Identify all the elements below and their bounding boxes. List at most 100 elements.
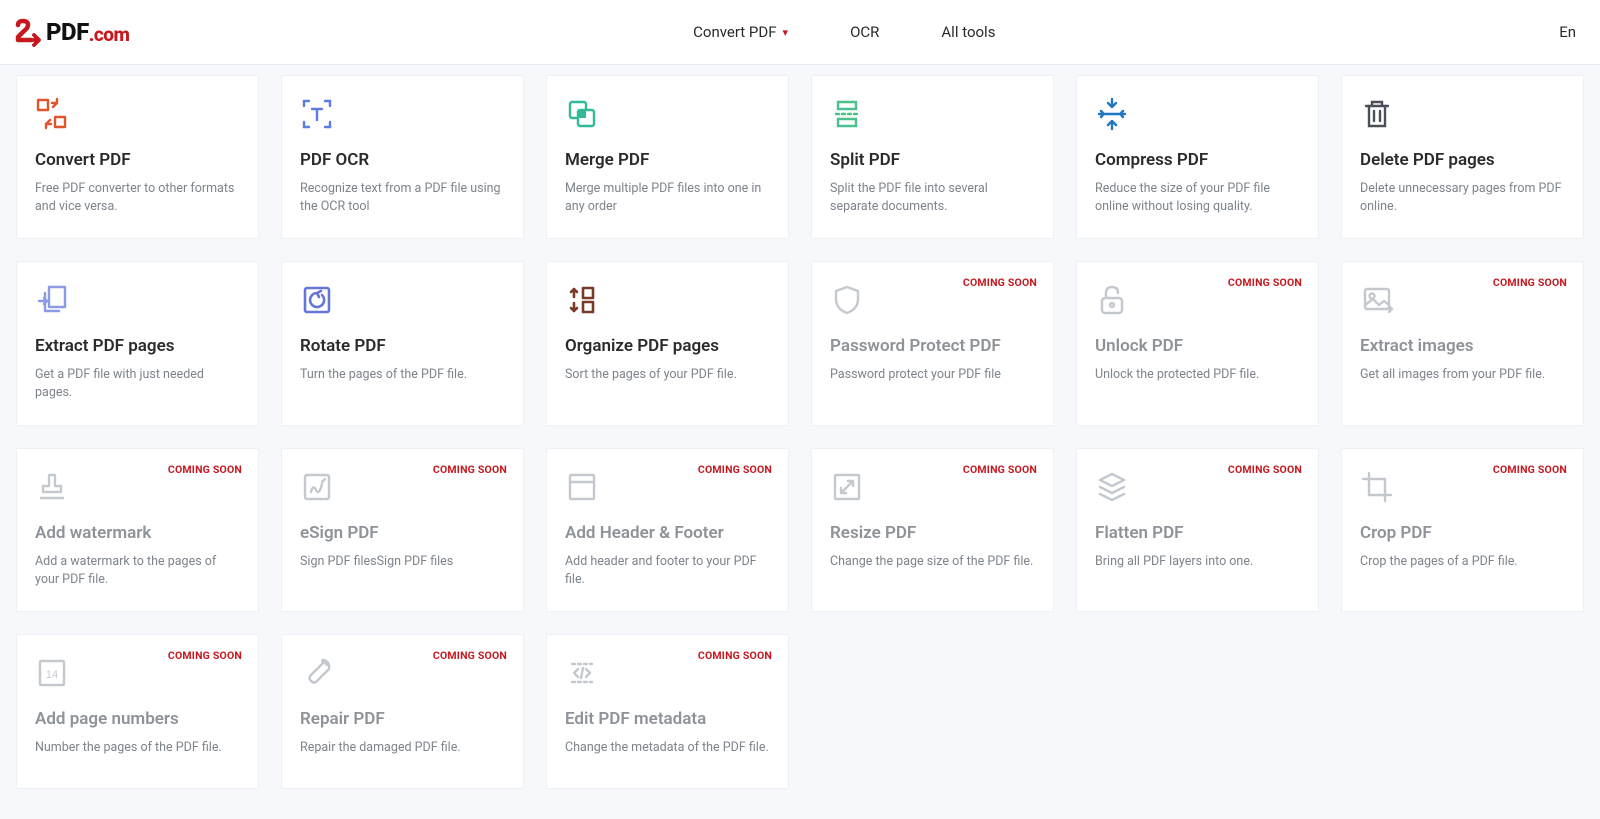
coming-soon-badge: COMING SOON [698,649,772,662]
tool-compress-pdf[interactable]: Compress PDF Reduce the size of your PDF… [1076,75,1319,239]
tool-desc: Delete unnecessary pages from PDF online… [1360,180,1565,216]
nav-convert-pdf[interactable]: Convert PDF ▾ [693,23,788,41]
tool-pdf-ocr[interactable]: PDF OCR Recognize text from a PDF file u… [281,75,524,239]
tool-title: Extract images [1360,336,1565,356]
page-number-icon: 14 [35,655,71,691]
tool-title: Split PDF [830,150,1035,170]
logo-icon [14,17,44,47]
coming-soon-badge: COMING SOON [1228,463,1302,476]
tool-title: Edit PDF metadata [565,709,770,729]
coming-soon-badge: COMING SOON [963,463,1037,476]
tool-esign-pdf[interactable]: COMING SOON eSign PDF Sign PDF filesSign… [281,448,524,612]
resize-icon [830,469,866,505]
tool-title: Repair PDF [300,709,505,729]
tool-add-watermark[interactable]: COMING SOON Add watermark Add a watermar… [16,448,259,612]
crop-icon [1360,469,1396,505]
tool-title: Merge PDF [565,150,770,170]
tool-crop-pdf[interactable]: COMING SOON Crop PDF Crop the pages of a… [1341,448,1584,612]
tool-title: Rotate PDF [300,336,505,356]
tool-desc: Sign PDF filesSign PDF files [300,553,505,571]
tool-title: Password Protect PDF [830,336,1035,356]
tool-desc: Password protect your PDF file [830,366,1035,384]
tool-title: Organize PDF pages [565,336,770,356]
svg-text:14: 14 [46,669,58,681]
merge-icon [565,96,601,132]
tool-title: Delete PDF pages [1360,150,1565,170]
sign-icon [300,469,336,505]
tool-title: Unlock PDF [1095,336,1300,356]
tool-desc: Free PDF converter to other formats and … [35,180,240,216]
tool-title: Add watermark [35,523,240,543]
extract-pages-icon [35,282,71,318]
tool-title: Flatten PDF [1095,523,1300,543]
logo[interactable]: PDF .com [14,17,129,47]
coming-soon-badge: COMING SOON [168,649,242,662]
tool-desc: Change the page size of the PDF file. [830,553,1035,571]
tool-header-footer[interactable]: COMING SOON Add Header & Footer Add head… [546,448,789,612]
tool-desc: Reduce the size of your PDF file online … [1095,180,1300,216]
tools-grid: Convert PDF Free PDF converter to other … [0,65,1600,819]
tool-split-pdf[interactable]: Split PDF Split the PDF file into severa… [811,75,1054,239]
ocr-icon [300,96,336,132]
logo-text-com: .com [89,23,130,46]
tool-desc: Split the PDF file into several separate… [830,180,1035,216]
tool-desc: Recognize text from a PDF file using the… [300,180,505,216]
layers-icon [1095,469,1131,505]
tool-title: Crop PDF [1360,523,1565,543]
main-nav: Convert PDF ▾ OCR All tools [129,23,1559,41]
nav-ocr[interactable]: OCR [850,23,879,41]
tool-desc: Merge multiple PDF files into one in any… [565,180,770,216]
tool-desc: Turn the pages of the PDF file. [300,366,505,384]
tool-desc: Sort the pages of your PDF file. [565,366,770,384]
tool-rotate-pdf[interactable]: Rotate PDF Turn the pages of the PDF fil… [281,261,524,425]
tool-desc: Bring all PDF layers into one. [1095,553,1300,571]
unlock-icon [1095,282,1131,318]
trash-icon [1360,96,1396,132]
tool-resize-pdf[interactable]: COMING SOON Resize PDF Change the page s… [811,448,1054,612]
metadata-icon [565,655,601,691]
tool-desc: Get all images from your PDF file. [1360,366,1565,384]
tool-desc: Number the pages of the PDF file. [35,739,240,757]
logo-text-pdf: PDF [46,18,89,46]
tool-title: PDF OCR [300,150,505,170]
nav-all-tools[interactable]: All tools [941,23,995,41]
header-footer-icon [565,469,601,505]
chevron-down-icon: ▾ [783,26,789,39]
tool-title: Convert PDF [35,150,240,170]
tool-desc: Add a watermark to the pages of your PDF… [35,553,240,589]
tool-merge-pdf[interactable]: Merge PDF Merge multiple PDF files into … [546,75,789,239]
wrench-icon [300,655,336,691]
tool-extract-images[interactable]: COMING SOON Extract images Get all image… [1341,261,1584,425]
site-header: PDF .com Convert PDF ▾ OCR All tools En [0,0,1600,65]
rotate-icon [300,282,336,318]
tool-desc: Unlock the protected PDF file. [1095,366,1300,384]
tool-password-protect[interactable]: COMING SOON Password Protect PDF Passwor… [811,261,1054,425]
tool-title: Extract PDF pages [35,336,240,356]
coming-soon-badge: COMING SOON [1493,463,1567,476]
coming-soon-badge: COMING SOON [963,276,1037,289]
coming-soon-badge: COMING SOON [698,463,772,476]
shield-icon [830,282,866,318]
organize-icon [565,282,601,318]
coming-soon-badge: COMING SOON [1493,276,1567,289]
tool-title: Add Header & Footer [565,523,770,543]
language-selector[interactable]: En [1559,23,1586,41]
coming-soon-badge: COMING SOON [433,649,507,662]
tool-extract-pages[interactable]: Extract PDF pages Get a PDF file with ju… [16,261,259,425]
tool-convert-pdf[interactable]: Convert PDF Free PDF converter to other … [16,75,259,239]
stamp-icon [35,469,71,505]
coming-soon-badge: COMING SOON [433,463,507,476]
tool-title: Resize PDF [830,523,1035,543]
image-icon [1360,282,1396,318]
coming-soon-badge: COMING SOON [168,463,242,476]
tool-desc: Crop the pages of a PDF file. [1360,553,1565,571]
tool-delete-pages[interactable]: Delete PDF pages Delete unnecessary page… [1341,75,1584,239]
tool-organize-pages[interactable]: Organize PDF pages Sort the pages of you… [546,261,789,425]
tool-desc: Add header and footer to your PDF file. [565,553,770,589]
tool-desc: Repair the damaged PDF file. [300,739,505,757]
tool-title: Compress PDF [1095,150,1300,170]
tool-desc: Get a PDF file with just needed pages. [35,366,240,402]
tool-flatten-pdf[interactable]: COMING SOON Flatten PDF Bring all PDF la… [1076,448,1319,612]
split-icon [830,96,866,132]
tool-unlock-pdf[interactable]: COMING SOON Unlock PDF Unlock the protec… [1076,261,1319,425]
